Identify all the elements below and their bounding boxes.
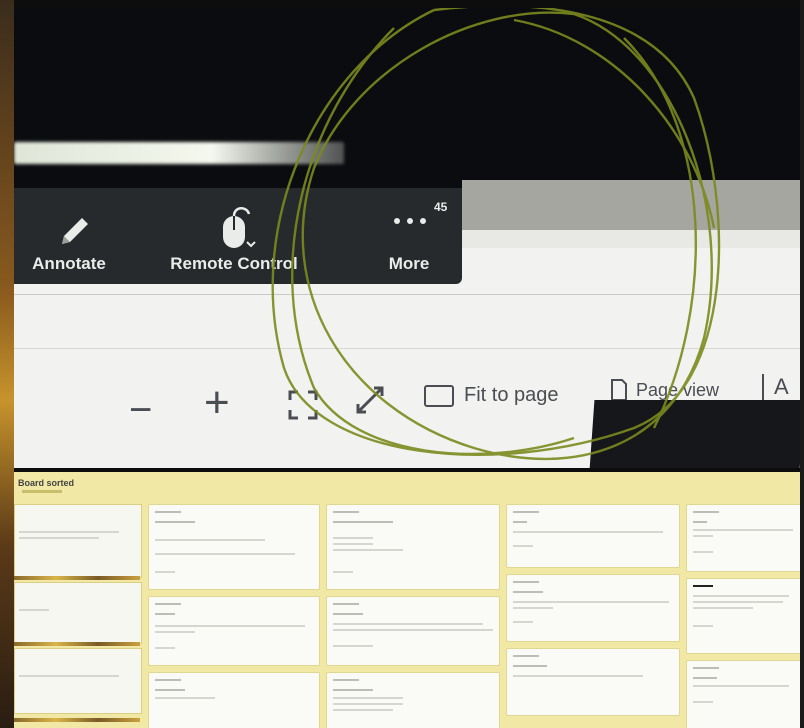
text-line xyxy=(513,581,539,583)
text-line xyxy=(693,601,783,603)
text-line xyxy=(513,521,527,523)
text-line xyxy=(155,613,175,615)
list-item[interactable] xyxy=(14,648,142,714)
text-line xyxy=(513,675,643,677)
text-line xyxy=(19,531,119,533)
text-line xyxy=(513,621,533,623)
text-line xyxy=(693,677,717,679)
list-item[interactable] xyxy=(506,648,680,716)
list-item[interactable] xyxy=(14,504,142,578)
text-line xyxy=(155,521,195,523)
text-line xyxy=(19,609,49,611)
text-line xyxy=(333,511,359,513)
board-view: Board sorted xyxy=(14,472,800,728)
text-line xyxy=(155,539,265,541)
list-item[interactable] xyxy=(326,672,500,728)
list-item[interactable] xyxy=(686,578,800,654)
text-line xyxy=(513,665,547,667)
background-right-edge xyxy=(800,0,804,728)
text-line xyxy=(333,629,493,631)
list-item[interactable] xyxy=(14,582,142,644)
text-line xyxy=(333,543,373,545)
list-item[interactable] xyxy=(148,596,320,666)
divider xyxy=(14,718,140,722)
text-line xyxy=(513,531,663,533)
screen-photo: Annotate Remote Control More 45 − + Fit … xyxy=(14,8,800,468)
annotation-scribble xyxy=(271,8,721,461)
text-line xyxy=(333,549,403,551)
text-line xyxy=(155,625,305,627)
text-line xyxy=(333,603,359,605)
text-line xyxy=(155,689,185,691)
list-item[interactable] xyxy=(506,574,680,642)
list-item[interactable] xyxy=(686,504,800,572)
text-line xyxy=(693,551,713,553)
text-line xyxy=(155,553,295,555)
list-item[interactable] xyxy=(326,596,500,666)
background-left-edge xyxy=(0,0,14,728)
text-line xyxy=(693,625,713,627)
text-line xyxy=(333,703,403,705)
text-line xyxy=(693,511,719,513)
text-line xyxy=(333,571,353,573)
text-line xyxy=(333,645,373,647)
text-line xyxy=(513,591,543,593)
board-title-underline xyxy=(22,490,62,493)
text-line xyxy=(693,521,707,523)
text-line xyxy=(333,537,373,539)
text-line xyxy=(693,685,789,687)
list-item[interactable] xyxy=(686,660,800,728)
text-line xyxy=(19,537,99,539)
text-line xyxy=(693,667,719,669)
list-item[interactable] xyxy=(148,504,320,590)
text-line xyxy=(155,679,181,681)
text-line xyxy=(513,655,539,657)
text-line xyxy=(693,607,753,609)
text-line xyxy=(333,679,359,681)
divider xyxy=(14,642,140,646)
text-line xyxy=(333,613,363,615)
text-line xyxy=(333,623,483,625)
text-line xyxy=(513,545,533,547)
text-line xyxy=(693,595,789,597)
text-line xyxy=(513,511,539,513)
divider xyxy=(14,576,140,580)
list-item[interactable] xyxy=(326,504,500,590)
text-line xyxy=(333,689,373,691)
list-item[interactable] xyxy=(506,504,680,568)
text-line xyxy=(155,603,181,605)
text-line xyxy=(155,647,175,649)
text-line xyxy=(333,709,393,711)
text-line xyxy=(333,521,393,523)
text-line xyxy=(513,601,669,603)
text-line xyxy=(155,697,215,699)
text-line xyxy=(693,529,793,531)
text-line xyxy=(693,585,713,587)
text-line xyxy=(19,675,119,677)
text-line xyxy=(513,607,553,609)
text-line xyxy=(693,701,713,703)
board-title: Board sorted xyxy=(18,478,75,488)
text-line xyxy=(333,697,403,699)
text-line xyxy=(693,535,713,537)
text-line xyxy=(155,631,195,633)
text-line xyxy=(155,571,175,573)
text-line xyxy=(155,511,181,513)
list-item[interactable] xyxy=(148,672,320,728)
